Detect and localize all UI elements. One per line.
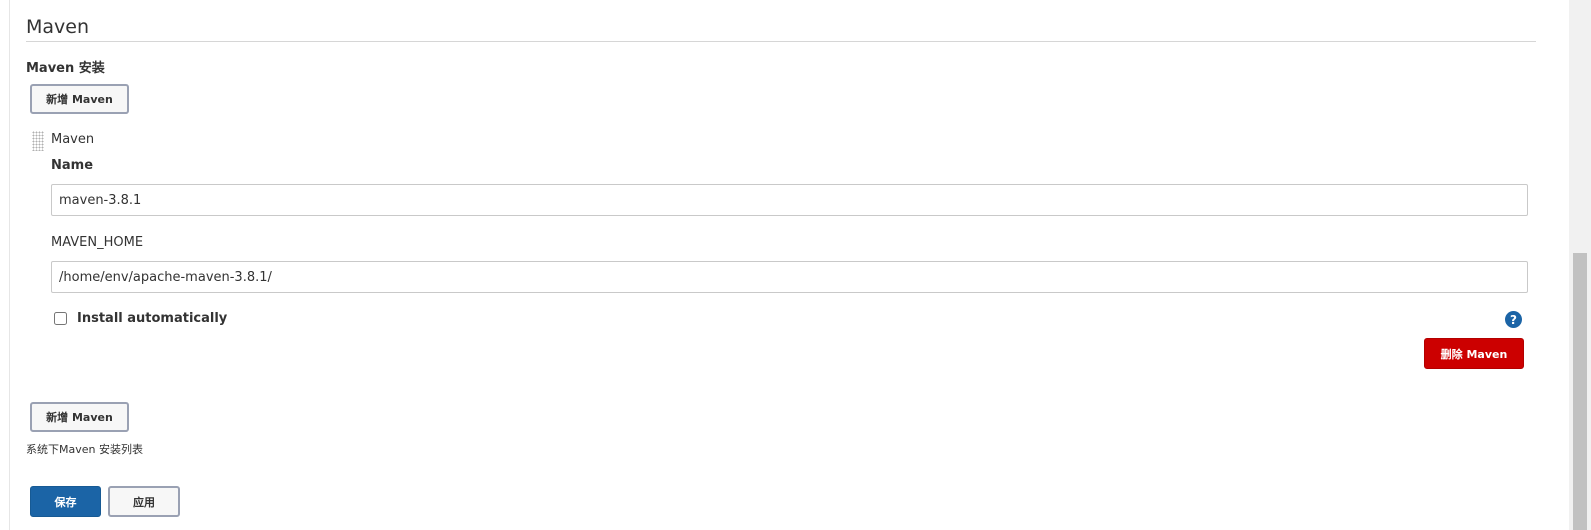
drag-handle-icon[interactable] bbox=[32, 131, 44, 151]
add-maven-button-top[interactable]: 新增 Maven bbox=[30, 84, 129, 114]
add-maven-button-bottom[interactable]: 新增 Maven bbox=[30, 402, 129, 432]
maven-home-label: MAVEN_HOME bbox=[51, 235, 144, 250]
maven-config-page: Maven Maven 安装 新增 Maven Maven Name MAVEN… bbox=[0, 0, 1591, 530]
apply-button[interactable]: 应用 bbox=[108, 486, 180, 517]
scrollbar-thumb[interactable] bbox=[1573, 253, 1587, 530]
name-input[interactable] bbox=[51, 184, 1528, 216]
section-divider bbox=[26, 41, 1536, 42]
maven-installations-description: 系统下Maven 安装列表 bbox=[26, 443, 143, 456]
delete-maven-button[interactable]: 删除 Maven bbox=[1424, 338, 1524, 369]
install-automatically-row: Install automatically bbox=[54, 311, 227, 326]
save-button[interactable]: 保存 bbox=[30, 486, 101, 517]
name-label: Name bbox=[51, 158, 94, 173]
section-title: Maven bbox=[26, 16, 90, 38]
install-automatically-checkbox[interactable] bbox=[54, 312, 67, 325]
maven-installations-caption: Maven 安装 bbox=[26, 61, 105, 76]
installer-title: Maven bbox=[51, 132, 95, 147]
maven-home-input[interactable] bbox=[51, 261, 1528, 293]
scrollbar-track[interactable] bbox=[1569, 0, 1591, 530]
install-automatically-label[interactable]: Install automatically bbox=[77, 311, 227, 326]
left-border bbox=[9, 0, 10, 530]
help-icon[interactable]: ? bbox=[1505, 311, 1522, 328]
